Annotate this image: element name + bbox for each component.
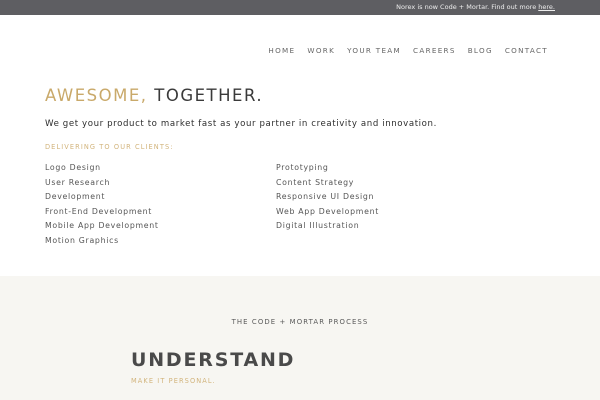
headline-accent: AWESOME, (45, 86, 148, 105)
nav-home[interactable]: HOME (268, 46, 295, 55)
service-item: Logo Design (45, 163, 101, 172)
announcement-bar: Norex is now Code + Mortar. Find out mor… (0, 0, 600, 15)
service-item: Motion Graphics (45, 235, 119, 245)
nav-blog[interactable]: BLOG (468, 46, 493, 55)
service-item: Responsive UI Design (276, 192, 375, 202)
service-item: Web App Development (276, 206, 379, 216)
services-list-left: Logo Design User Research Development Fr… (45, 162, 159, 250)
nav-contact[interactable]: CONTACT (505, 46, 548, 55)
announcement-text: Norex is now Code + Mortar. Find out mor… (396, 3, 539, 11)
service-item: Prototyping (276, 163, 329, 172)
service-item: Digital Illustration (276, 221, 360, 231)
main-nav: HOME WORK YOUR TEAM CAREERS BLOG CONTACT (268, 46, 548, 55)
announcement-link[interactable]: here. (538, 3, 555, 11)
service-item: Development (45, 192, 106, 202)
process-section: THE CODE + MORTAR PROCESS UNDERSTAND MAK… (0, 276, 600, 400)
headline-rest: TOGETHER. (154, 86, 264, 105)
service-item: Front-End Development (45, 206, 153, 216)
process-step-subtitle: MAKE IT PERSONAL. (131, 377, 216, 385)
nav-work[interactable]: WORK (307, 46, 335, 55)
nav-your-team[interactable]: YOUR TEAM (347, 46, 401, 55)
service-item: Content Strategy (276, 177, 355, 187)
services-list-right: Prototyping Content Strategy Responsive … (276, 162, 379, 235)
services-heading: DELIVERING TO OUR CLIENTS: (45, 143, 174, 151)
hero-headline: AWESOME, TOGETHER. (45, 86, 263, 105)
hero-intro: We get your product to market fast as yo… (45, 119, 437, 129)
service-item: User Research (45, 177, 111, 187)
nav-careers[interactable]: CAREERS (413, 46, 456, 55)
service-item: Mobile App Development (45, 221, 159, 231)
process-step-title: UNDERSTAND (131, 349, 296, 371)
process-title: THE CODE + MORTAR PROCESS (231, 318, 369, 326)
